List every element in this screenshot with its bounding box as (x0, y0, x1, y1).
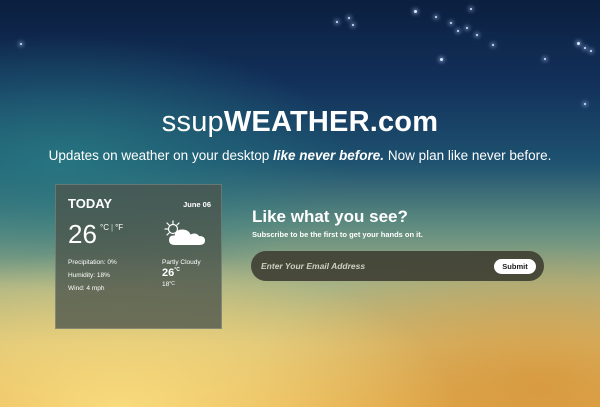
high-unit: °C (174, 267, 180, 273)
tagline-text-end: Now plan like never before. (384, 148, 552, 163)
star (352, 24, 354, 26)
star (414, 10, 417, 13)
widget-day: TODAY (68, 196, 113, 211)
star (20, 43, 22, 45)
star (590, 50, 592, 52)
wind-value: Wind: 4 mph (68, 285, 105, 292)
low-temperature: 18°C (162, 281, 175, 288)
logo-prefix: ssup (161, 106, 224, 138)
weather-details: Precipitation: 0% Humidity: 18% Wind: 4 … (68, 256, 117, 295)
cta-subheading: Subscribe to be the first to get your ha… (252, 230, 423, 239)
partly-cloudy-icon (164, 220, 205, 245)
humidity-value: Humidity: 18% (68, 272, 110, 279)
star (544, 58, 546, 60)
tagline-text: Updates on weather on your desktop (48, 148, 273, 163)
tagline-emphasis: like never before. (273, 148, 385, 163)
high-temperature: 26°C (162, 267, 180, 279)
star (577, 42, 580, 45)
star (440, 58, 443, 61)
star (470, 8, 472, 10)
tagline: Updates on weather on your desktop like … (0, 147, 600, 165)
star (476, 34, 478, 36)
star (584, 47, 586, 49)
logo-name: WEATHER.com (223, 106, 439, 138)
low-unit: °C (169, 281, 175, 287)
high-value: 26 (162, 267, 175, 279)
star (435, 16, 437, 18)
star (457, 30, 459, 32)
star (348, 17, 350, 19)
widget-date: June 06 (183, 200, 211, 209)
star (492, 44, 494, 46)
unit-celsius[interactable]: °C (100, 223, 109, 232)
precipitation-value: Precipitation: 0% (68, 259, 117, 266)
star (336, 21, 338, 23)
star (450, 22, 452, 24)
subscribe-form: Submit (251, 251, 544, 281)
email-input[interactable] (251, 251, 486, 281)
site-logo: ssupWEATHER.com (0, 105, 600, 139)
unit-separator: | (110, 223, 114, 232)
unit-fahrenheit[interactable]: °F (115, 223, 123, 232)
weather-widget: TODAY June 06 26 °C | °F Precipitation: 0%… (55, 184, 222, 329)
submit-button[interactable]: Submit (494, 259, 536, 274)
cta-heading: Like what you see? (252, 207, 408, 226)
current-temperature: 26 (68, 219, 97, 249)
unit-toggle: °C | °F (100, 223, 123, 233)
star (466, 27, 468, 29)
